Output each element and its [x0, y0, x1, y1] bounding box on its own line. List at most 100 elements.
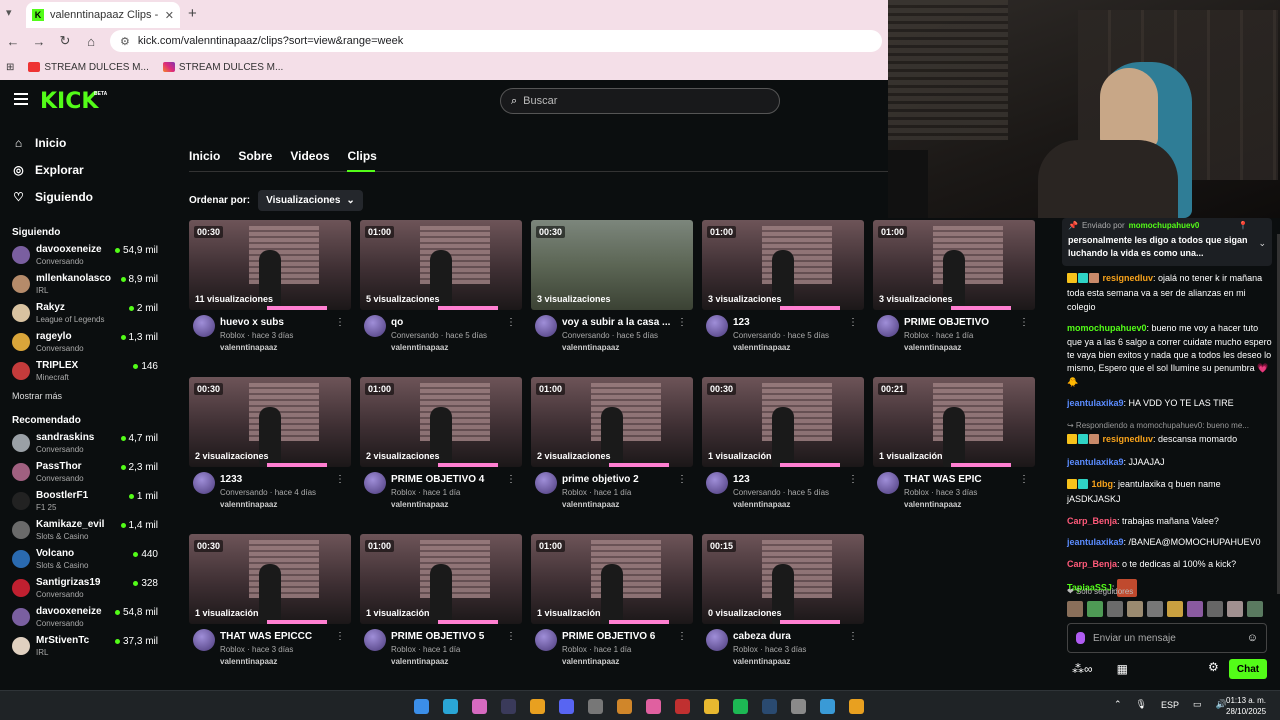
more-options-icon[interactable]: ⋮ [848, 631, 858, 642]
steam-icon[interactable] [758, 696, 780, 716]
discord-icon[interactable] [555, 696, 577, 716]
show-more-link[interactable]: Mostrar más [0, 391, 170, 401]
clip-title[interactable]: PRIME OBJETIVO 5 [391, 631, 509, 642]
clip-card[interactable]: 00:21 1 visualización THAT WAS EPIC Roblox … [873, 377, 1035, 522]
clip-channel[interactable]: valenntinapaaz [220, 343, 277, 352]
gear-icon[interactable]: ⚙ [1208, 660, 1219, 674]
chat-message[interactable]: ↪ Respondiendo a momochupahuev0: bueno m… [1067, 419, 1273, 449]
clip-channel[interactable]: valenntinapaaz [391, 500, 448, 509]
clip-card[interactable]: 00:30 3 visualizaciones voy a subir a la c… [531, 220, 693, 365]
clip-title[interactable]: PRIME OBJETIVO [904, 317, 1022, 328]
emote-icon[interactable] [1167, 601, 1183, 617]
tab-videos[interactable]: Videos [290, 149, 329, 163]
channel-item[interactable]: rageylo Conversando 1,3 mil [0, 329, 170, 358]
channel-item[interactable]: MrStivenTc IRL 37,3 mil [0, 633, 170, 662]
emote-icon[interactable] [1127, 601, 1143, 617]
emote-icon[interactable] [1187, 601, 1203, 617]
more-options-icon[interactable]: ⋮ [1019, 474, 1029, 485]
channel-item[interactable]: Santigrizas19 Conversando 328 [0, 575, 170, 604]
more-options-icon[interactable]: ⋮ [848, 317, 858, 328]
clip-title[interactable]: THAT WAS EPIC [904, 474, 1022, 485]
channel-avatar[interactable] [877, 315, 899, 337]
kicks-icon[interactable]: ⁂∞ [1072, 662, 1093, 676]
clip-thumbnail[interactable]: 01:00 3 visualizaciones [873, 220, 1035, 310]
nav-siguiendo[interactable]: ♡ Siguiendo [12, 183, 170, 210]
more-options-icon[interactable]: ⋮ [677, 317, 687, 328]
site-info-icon[interactable]: ⚙ [120, 35, 130, 48]
channel-item[interactable]: Rakyz League of Legends 2 mil [0, 300, 170, 329]
clip-card[interactable]: 01:00 1 visualización PRIME OBJETIVO 6 Robl… [531, 534, 693, 679]
emoji-icon[interactable]: ☺ [1247, 632, 1258, 644]
app-icon[interactable] [613, 696, 635, 716]
chat-message[interactable]: resignedluv: ojalá no tener k ir mañana … [1067, 272, 1273, 314]
chevron-down-icon[interactable]: ⌄ [1258, 238, 1266, 249]
address-bar[interactable]: ⚙ kick.com/valenntinapaaz/clips?sort=vie… [110, 30, 882, 52]
apps-icon[interactable]: ⊞ [6, 62, 14, 73]
chat-message[interactable]: 1dbg: jeantulaxika q buen name jASDKJASK… [1067, 478, 1273, 507]
clip-card[interactable]: 01:00 5 visualizaciones qo Conversando · ha… [360, 220, 522, 365]
clip-title[interactable]: voy a subir a la casa ... [562, 317, 680, 328]
nav-explorar[interactable]: ◎ Explorar [12, 156, 170, 183]
clip-channel[interactable]: valenntinapaaz [220, 500, 277, 509]
chrome-icon[interactable] [526, 696, 548, 716]
chrome-icon[interactable] [845, 696, 867, 716]
clip-channel[interactable]: valenntinapaaz [904, 343, 961, 352]
hamburger-menu-icon[interactable] [14, 93, 28, 108]
chat-input[interactable]: Enviar un mensaje ☺ [1067, 623, 1267, 653]
clip-thumbnail[interactable]: 01:00 2 visualizaciones [531, 377, 693, 467]
clip-thumbnail[interactable]: 00:30 1 visualización [702, 377, 864, 467]
clip-channel[interactable]: valenntinapaaz [220, 657, 277, 666]
clip-card[interactable]: 01:00 2 visualizaciones PRIME OBJETIVO 4 Ro… [360, 377, 522, 522]
more-options-icon[interactable]: ⋮ [848, 474, 858, 485]
browser-tab[interactable]: K valenntinapaaz Clips - Watch Liv ✕ [26, 2, 180, 28]
emote-icon[interactable] [1247, 601, 1263, 617]
channel-avatar[interactable] [193, 315, 215, 337]
channel-avatar[interactable] [364, 629, 386, 651]
more-options-icon[interactable]: ⋮ [677, 631, 687, 642]
more-options-icon[interactable]: ⋮ [506, 474, 516, 485]
channel-item[interactable]: davooxeneize Conversando 54,9 mil [0, 242, 170, 271]
clip-channel[interactable]: valenntinapaaz [733, 500, 790, 509]
bookmark-2[interactable]: STREAM DULCES M... [162, 62, 283, 73]
clip-thumbnail[interactable]: 00:30 3 visualizaciones [531, 220, 693, 310]
clip-thumbnail[interactable]: 00:30 2 visualizaciones [189, 377, 351, 467]
more-options-icon[interactable]: ⋮ [335, 317, 345, 328]
chat-message[interactable]: Carp_Benja: o te dedicas al 100% a kick? [1067, 558, 1273, 571]
tab-inicio[interactable]: Inicio [189, 149, 220, 163]
channel-avatar[interactable] [193, 629, 215, 651]
emote-icon[interactable] [1067, 601, 1083, 617]
clip-title[interactable]: PRIME OBJETIVO 4 [391, 474, 509, 485]
clip-thumbnail[interactable]: 00:30 1 visualización [189, 534, 351, 624]
chat-username[interactable]: momochupahuev0 [1067, 323, 1147, 333]
spotify-icon[interactable] [729, 696, 751, 716]
clip-title[interactable]: cabeza dura [733, 631, 851, 642]
channel-avatar[interactable] [193, 472, 215, 494]
clip-card[interactable]: 00:15 0 visualizaciones cabeza dura Roblox … [702, 534, 864, 679]
channel-avatar[interactable] [706, 629, 728, 651]
emote-icon[interactable] [1227, 601, 1243, 617]
more-options-icon[interactable]: ⋮ [506, 631, 516, 642]
settings-icon[interactable] [787, 696, 809, 716]
explorer-icon[interactable] [700, 696, 722, 716]
clip-card[interactable]: 00:30 1 visualización THAT WAS EPICCC Roblo… [189, 534, 351, 679]
clip-title[interactable]: prime objetivo 2 [562, 474, 680, 485]
clip-card[interactable]: 01:00 3 visualizaciones PRIME OBJETIVO Robl… [873, 220, 1035, 365]
chat-message[interactable]: jeantulaxika9: /BANEA@MOMOCHUPAHUEV0 [1067, 536, 1273, 549]
clip-title[interactable]: THAT WAS EPICCC [220, 631, 338, 642]
new-tab-icon[interactable]: + [188, 5, 197, 22]
sort-dropdown[interactable]: Visualizaciones ⌄ [258, 190, 363, 211]
emote-icon[interactable] [1087, 601, 1103, 617]
emote-icon[interactable] [1147, 601, 1163, 617]
chat-username[interactable]: jeantulaxika9 [1067, 398, 1124, 408]
clip-thumbnail[interactable]: 01:00 1 visualización [360, 534, 522, 624]
clip-thumbnail[interactable]: 00:30 11 visualizaciones [189, 220, 351, 310]
store-icon[interactable]: ▦ [1117, 662, 1128, 676]
channel-item[interactable]: Kamikaze_evil Slots & Casino 1,4 mil [0, 517, 170, 546]
close-tab-icon[interactable]: ✕ [165, 9, 174, 22]
channel-item[interactable]: davooxeneize Conversando 54,8 mil [0, 604, 170, 633]
nav-inicio[interactable]: ⌂ Inicio [12, 129, 170, 156]
forward-icon[interactable]: → [32, 34, 46, 49]
tab-search-icon[interactable]: ▾ [6, 6, 12, 19]
chat-send-button[interactable]: Chat [1229, 659, 1267, 679]
app-icon[interactable] [497, 696, 519, 716]
